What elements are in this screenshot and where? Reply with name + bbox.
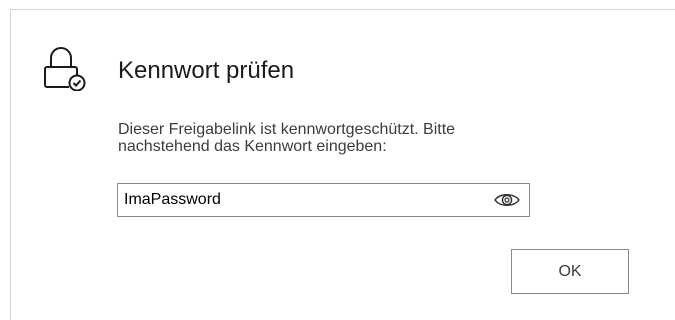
password-field[interactable] xyxy=(117,183,530,217)
page: Kennwort prüfen Dieser Freigabelink ist … xyxy=(0,0,675,320)
ok-button[interactable]: OK xyxy=(511,249,629,294)
password-input[interactable] xyxy=(124,184,484,216)
dialog-title: Kennwort prüfen xyxy=(118,57,295,84)
lock-check-icon xyxy=(44,47,86,91)
eye-icon[interactable] xyxy=(493,190,521,210)
message-line-2: nachstehend das Kennwort eingeben: xyxy=(118,138,387,155)
message-line-1: Dieser Freigabelink ist kennwortgeschütz… xyxy=(118,121,456,138)
dialog-message: Dieser Freigabelink ist kennwortgeschütz… xyxy=(118,121,598,155)
